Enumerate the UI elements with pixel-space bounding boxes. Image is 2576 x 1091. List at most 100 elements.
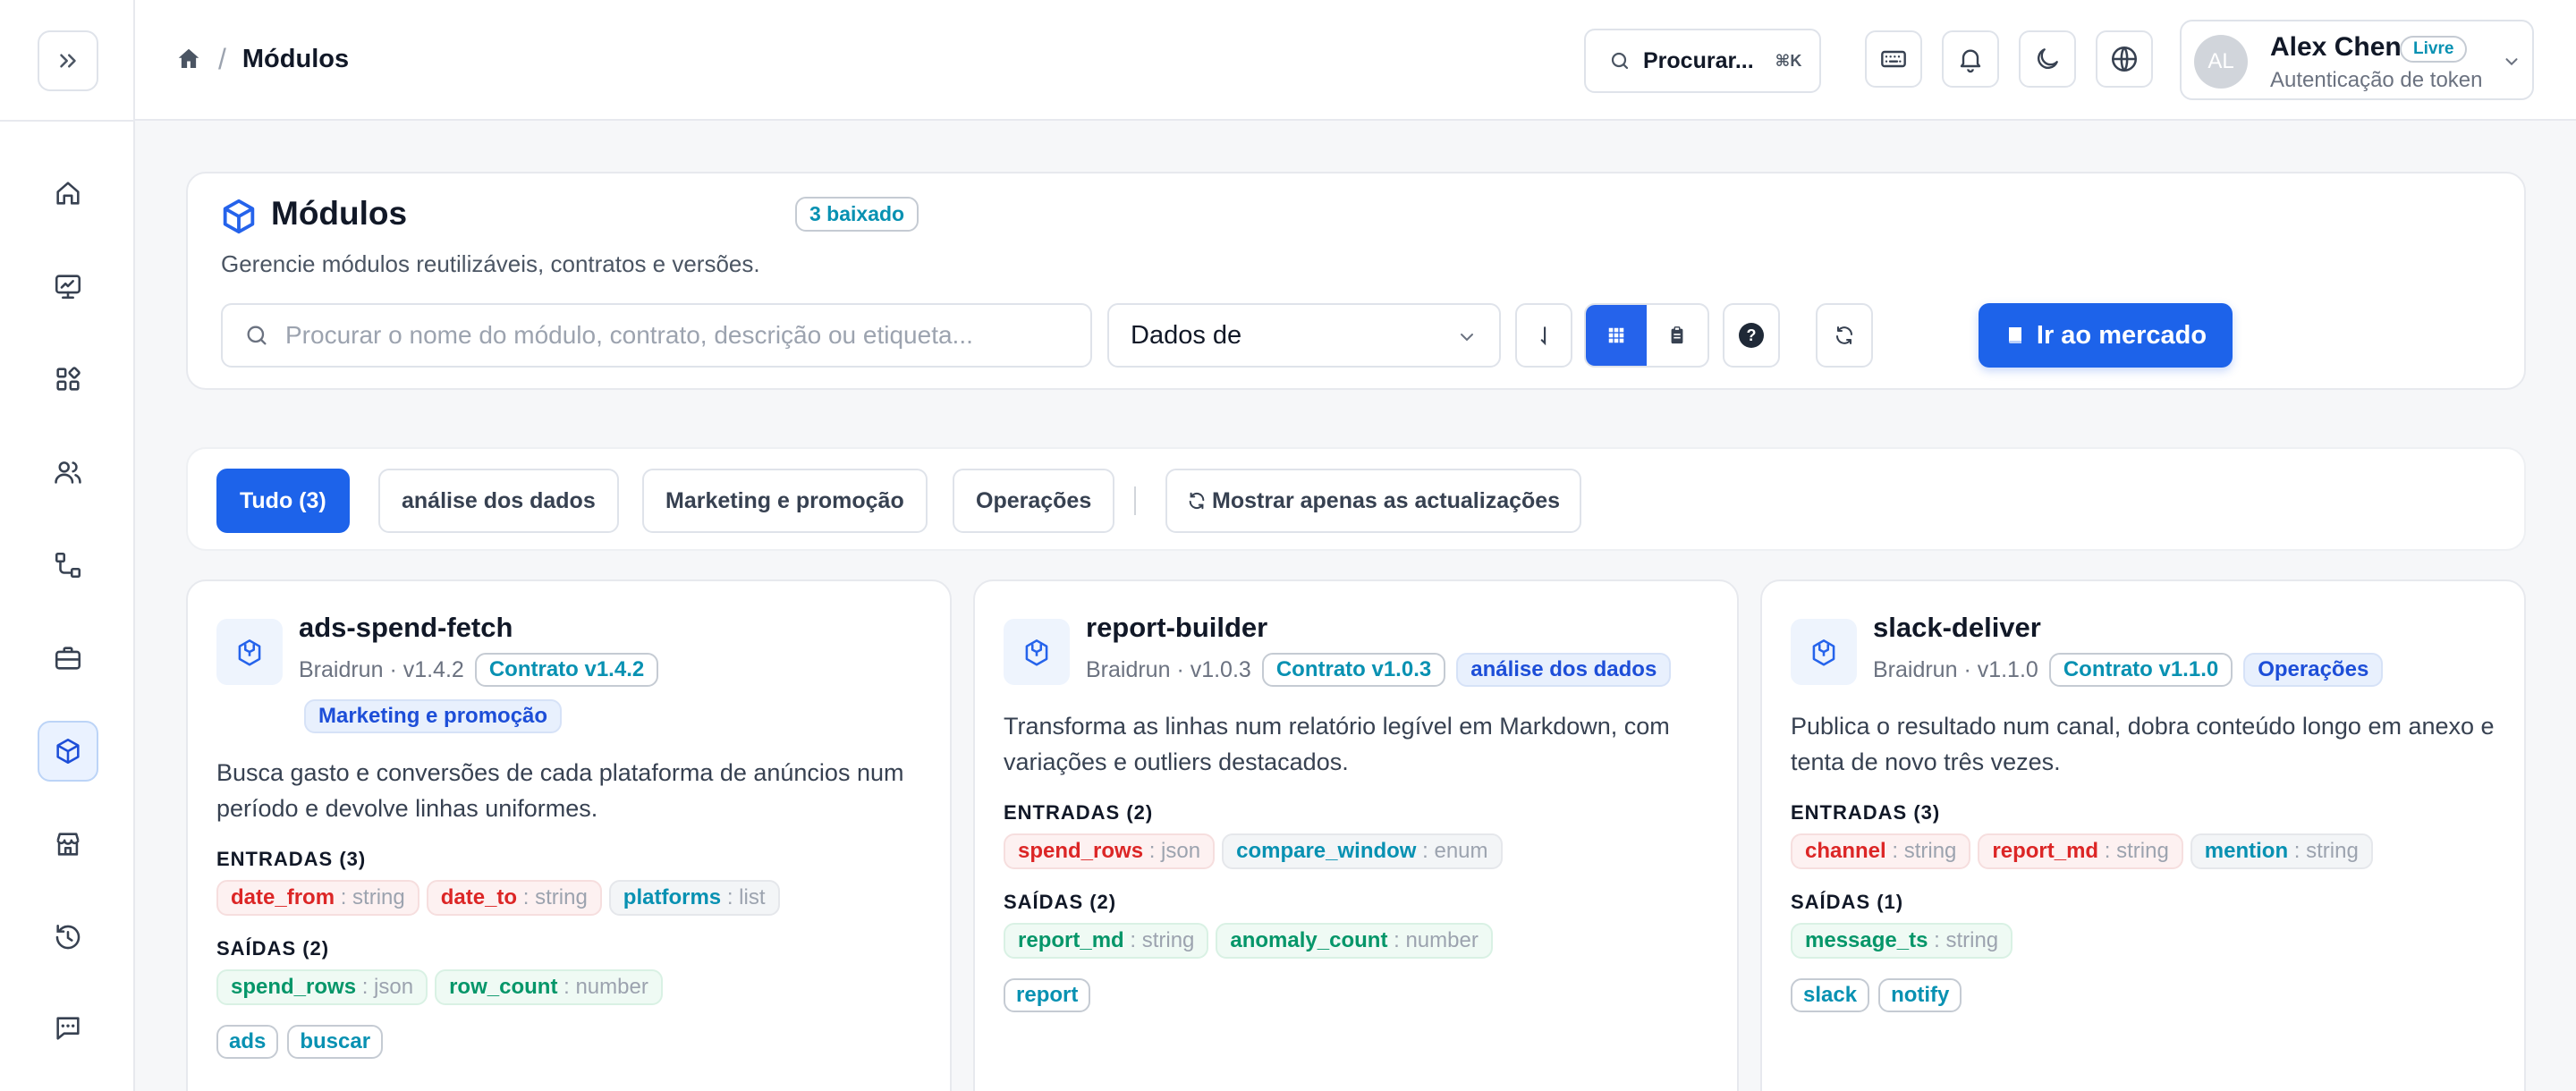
contract-badge: Contrato v1.0.3	[1261, 653, 1446, 687]
grid-view-button[interactable]	[1586, 305, 1647, 366]
module-tags: ads buscar	[216, 1025, 384, 1059]
tag[interactable]: ads	[216, 1025, 279, 1059]
sidebar-item-apps[interactable]	[38, 349, 98, 410]
tag[interactable]: notify	[1878, 978, 1962, 1012]
filter-marketing[interactable]: Marketing e promoção	[642, 469, 928, 533]
chevron-down-icon	[2502, 52, 2521, 72]
tag[interactable]: buscar	[287, 1025, 384, 1059]
expand-sidebar-button[interactable]	[38, 30, 98, 91]
contract-badge: Contrato v1.1.0	[2048, 653, 2233, 687]
module-version: Braidrun · v1.1.0	[1873, 656, 2038, 682]
param-type: : list	[726, 885, 766, 909]
global-search-button[interactable]: Procurar... ⌘K	[1584, 29, 1821, 93]
search-icon	[244, 323, 269, 348]
page-title: Módulos	[271, 195, 408, 232]
source-select[interactable]: Dados de	[1107, 303, 1501, 368]
sidebar-item-dashboard[interactable]	[38, 256, 98, 317]
tag[interactable]: report	[1004, 978, 1091, 1012]
sidebar-item-chat[interactable]	[38, 998, 98, 1059]
module-name: report-builder	[1086, 612, 1268, 643]
outputs-heading: SAÍDAS (2)	[1004, 891, 1117, 913]
output-param: anomaly_count : number	[1216, 923, 1493, 959]
module-meta: Braidrun · v1.0.3 Contrato v1.0.3 anális…	[1086, 653, 1712, 687]
module-description: Publica o resultado num canal, dobra con…	[1791, 713, 2495, 775]
avatar: AL	[2194, 35, 2248, 89]
module-tags: slack notify	[1791, 978, 1962, 1012]
topbar: / Módulos Procurar... ⌘K AL Alex Chen Li…	[135, 0, 2576, 121]
marketplace-icon	[2004, 325, 2026, 346]
workflow-icon	[53, 550, 83, 580]
user-menu[interactable]: AL Alex Chen Livre Autenticação de token	[2180, 20, 2534, 100]
sidebar-item-history[interactable]	[38, 907, 98, 968]
breadcrumb-home[interactable]	[175, 46, 202, 72]
input-param: mention : string	[2190, 833, 2373, 869]
filter-operations[interactable]: Operações	[953, 469, 1115, 533]
notifications-button[interactable]	[1942, 30, 1999, 88]
output-param: row_count : number	[435, 969, 663, 1005]
search-shortcut: ⌘K	[1775, 51, 1802, 70]
filter-data-analysis[interactable]: análise dos dados	[378, 469, 619, 533]
input-param: channel : string	[1791, 833, 1971, 869]
sort-button[interactable]	[1515, 303, 1572, 368]
module-icon	[216, 619, 283, 685]
param-name: spend_rows	[1018, 839, 1144, 863]
module-description: Busca gasto e conversões de cada platafo…	[216, 759, 904, 822]
param-type: : string	[1934, 928, 1999, 952]
category-filter-bar: Tudo (3) análise dos dados Marketing e p…	[186, 447, 2526, 551]
param-name: date_from	[231, 885, 335, 909]
sidebar-item-home[interactable]	[38, 163, 98, 224]
help-icon: ?	[1739, 323, 1764, 348]
chat-icon	[53, 1013, 83, 1044]
filter-all[interactable]: Tudo (3)	[216, 469, 350, 533]
tag[interactable]: slack	[1791, 978, 1870, 1012]
module-card[interactable]: ads-spend-fetch Braidrun · v1.4.2 Contra…	[186, 579, 952, 1091]
module-search-input[interactable]	[285, 321, 1072, 350]
sort-icon	[1532, 324, 1555, 347]
param-type: : json	[1148, 839, 1201, 863]
go-to-marketplace-button[interactable]: Ir ao mercado	[1979, 303, 2233, 368]
keyboard-shortcuts-button[interactable]	[1865, 30, 1922, 88]
dashboard-icon	[53, 271, 83, 301]
module-version: Braidrun · v1.4.2	[299, 656, 464, 682]
inputs-list: spend_rows : json compare_window : enum	[1004, 833, 1503, 869]
output-param: report_md : string	[1004, 923, 1209, 959]
module-card[interactable]: report-builder Braidrun · v1.0.3 Contrat…	[973, 579, 1739, 1091]
module-version: Braidrun · v1.0.3	[1086, 656, 1251, 682]
briefcase-icon	[53, 643, 83, 673]
outputs-list: spend_rows : json row_count : number	[216, 969, 663, 1005]
param-type: : enum	[1422, 839, 1488, 863]
filter-divider	[1134, 486, 1136, 515]
sidebar-item-store[interactable]	[38, 814, 98, 875]
inputs-heading: ENTRADAS (2)	[1004, 801, 1154, 824]
users-icon	[53, 457, 83, 487]
module-icon	[1791, 619, 1857, 685]
module-description: Transforma as linhas num relatório legív…	[1004, 713, 1670, 775]
param-name: platforms	[623, 885, 722, 909]
refresh-icon	[1834, 325, 1855, 346]
source-select-value: Dados de	[1131, 320, 1242, 350]
user-subtitle: Autenticação de token	[2270, 68, 2483, 92]
sidebar-item-users[interactable]	[38, 442, 98, 503]
param-name: compare_window	[1236, 839, 1417, 863]
input-param: spend_rows : json	[1004, 833, 1216, 869]
inputs-heading: ENTRADAS (3)	[216, 848, 367, 870]
sidebar-item-workflows[interactable]	[38, 535, 98, 596]
show-updates-only-button[interactable]: Mostrar apenas as actualizações	[1165, 469, 1582, 533]
cube-icon	[53, 736, 83, 766]
input-param: date_to : string	[426, 880, 602, 916]
outputs-heading: SAÍDAS (2)	[216, 937, 330, 960]
sidebar	[0, 0, 135, 1091]
input-param: compare_window : enum	[1222, 833, 1503, 869]
sidebar-item-modules[interactable]	[38, 721, 98, 782]
param-name: spend_rows	[231, 975, 357, 999]
module-card[interactable]: slack-deliver Braidrun · v1.1.0 Contrato…	[1760, 579, 2526, 1091]
refresh-button[interactable]	[1816, 303, 1873, 368]
theme-toggle-button[interactable]	[2019, 30, 2076, 88]
chevron-down-icon	[1456, 326, 1478, 348]
downloaded-count-badge: 3 baixado	[795, 197, 919, 232]
help-button[interactable]: ?	[1723, 303, 1780, 368]
sidebar-item-jobs[interactable]	[38, 628, 98, 689]
category-badge: análise dos dados	[1456, 653, 1672, 687]
list-view-button[interactable]	[1647, 305, 1707, 366]
language-button[interactable]	[2096, 30, 2153, 88]
